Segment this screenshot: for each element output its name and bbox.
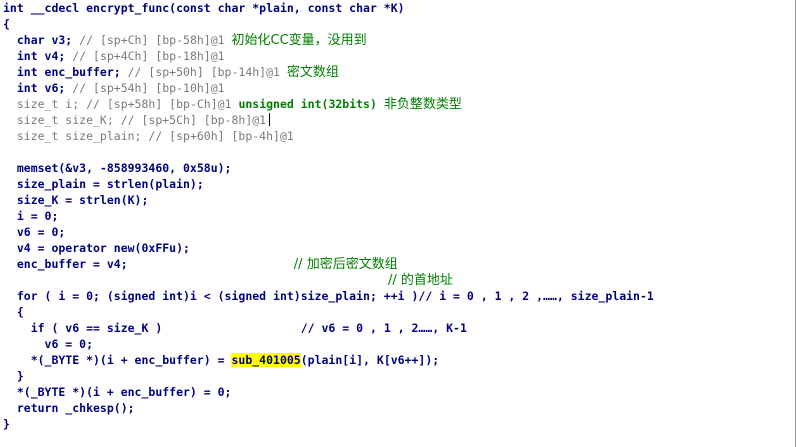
decl-line-i[interactable]: size_t i; // [sp+58h] [bp-Ch]@1 unsigned… (3, 96, 795, 112)
stmt-for-loop[interactable]: for ( i = 0; (signed int)i < (signed int… (3, 288, 795, 304)
stmt-v6-reset[interactable]: v6 = 0; (3, 336, 795, 352)
annotation-note: // 的首地址 (388, 273, 453, 288)
stmt-size-k[interactable]: size_K = strlen(K); (3, 192, 795, 208)
decl-line-enc-buffer[interactable]: int enc_buffer; // [sp+50h] [bp-14h]@1 密… (3, 64, 795, 80)
stmt-return[interactable]: return _chkesp(); (3, 400, 795, 416)
decl-line-v6[interactable]: int v6; // [sp+54h] [bp-10h]@1 (3, 80, 795, 96)
annotation-note: 密文数组 (286, 65, 339, 80)
stmt-enc-buffer[interactable]: enc_buffer = v4; // 加密后密文数组 (3, 256, 795, 272)
comment-continuation: // 的首地址 (3, 272, 795, 288)
decl-line-v3[interactable]: char v3; // [sp+Ch] [bp-58h]@1 初始化CC变量，没… (3, 32, 795, 48)
pseudocode-view[interactable]: int __cdecl encrypt_func(const char *pla… (0, 0, 796, 447)
stmt-if[interactable]: if ( v6 == size_K ) // v6 = 0 , 1 , 2……,… (3, 320, 795, 336)
stmt-byte-assign[interactable]: *(_BYTE *)(i + enc_buffer) = sub_401005(… (3, 352, 795, 368)
loop-open-brace: { (3, 305, 24, 319)
stmt-null-terminate[interactable]: *(_BYTE *)(i + enc_buffer) = 0; (3, 384, 795, 400)
loop-close-brace: } (3, 369, 24, 383)
annotation-note: // 加密后密文数组 (293, 257, 398, 272)
function-signature[interactable]: int __cdecl encrypt_func(const char *pla… (3, 0, 795, 16)
stmt-operator-new[interactable]: v4 = operator new(0xFFu); (3, 240, 795, 256)
decl-line-size-k[interactable]: size_t size_K; // [sp+5Ch] [bp-8h]@1 (3, 112, 795, 128)
open-brace: { (3, 17, 10, 31)
decl-line-v4[interactable]: int v4; // [sp+4Ch] [bp-18h]@1 (3, 48, 795, 64)
close-brace: } (3, 417, 10, 431)
annotation-note: 非负整数类型 (383, 97, 462, 112)
text-cursor (269, 113, 271, 126)
annotation-note: 初始化CC变量，没用到 (231, 33, 367, 48)
stmt-size-plain[interactable]: size_plain = strlen(plain); (3, 176, 795, 192)
stmt-memset[interactable]: memset(&v3, -858993460, 0x58u); (3, 160, 795, 176)
function-reference-sub-401005[interactable]: sub_401005 (231, 353, 301, 367)
decl-line-size-plain[interactable]: size_t size_plain; // [sp+60h] [bp-4h]@1 (3, 128, 795, 144)
annotation-type: unsigned int(32bits) (238, 97, 377, 111)
stmt-v6-init[interactable]: v6 = 0; (3, 224, 795, 240)
stmt-i-init[interactable]: i = 0; (3, 208, 795, 224)
